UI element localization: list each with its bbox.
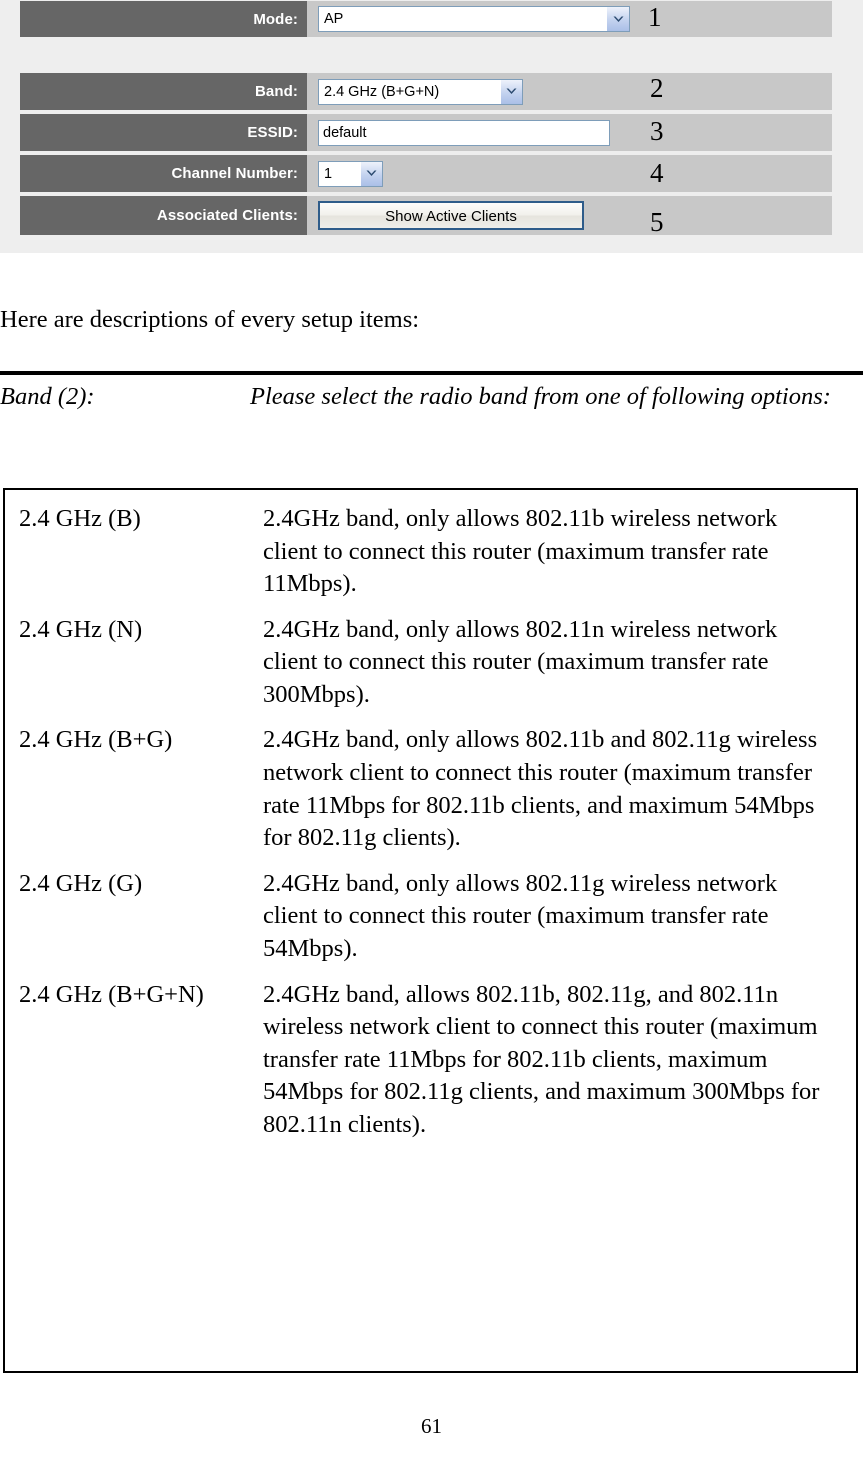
router-config-screenshot: Mode: AP Band: 2.4 GHz (B+G+N) ESSID: de…: [0, 0, 863, 253]
band-options-table: 2.4 GHz (B) 2.4GHz band, only allows 802…: [3, 488, 858, 1373]
table-row: 2.4 GHz (N) 2.4GHz band, only allows 802…: [5, 601, 856, 712]
chevron-down-icon[interactable]: [500, 79, 522, 104]
channel-number-field: 1: [307, 155, 832, 192]
mode-select-value: AP: [324, 11, 344, 27]
option-description: 2.4GHz band, only allows 802.11b wireles…: [263, 505, 778, 598]
show-active-clients-button[interactable]: Show Active Clients: [318, 201, 584, 230]
channel-number-select-value: 1: [324, 165, 333, 182]
band-select-value: 2.4 GHz (B+G+N): [324, 83, 440, 100]
option-name: 2.4 GHz (B+G+N): [19, 980, 204, 1008]
mode-label: Mode:: [20, 1, 307, 37]
callout-number-2: 2: [650, 73, 664, 103]
callout-number-3: 3: [650, 116, 664, 146]
option-description: 2.4GHz band, only allows 802.11n wireles…: [263, 615, 778, 708]
option-name: 2.4 GHz (G): [19, 869, 143, 897]
band-definition-description: Please select the radio band from one of…: [250, 383, 831, 410]
band-label: Band:: [20, 73, 307, 110]
mode-field: AP: [307, 1, 832, 37]
intro-paragraph: Here are descriptions of every setup ite…: [0, 306, 420, 333]
band-select[interactable]: 2.4 GHz (B+G+N): [318, 78, 523, 105]
associated-clients-field: Show Active Clients: [307, 196, 832, 235]
essid-field: [307, 114, 832, 151]
table-row: 2.4 GHz (B) 2.4GHz band, only allows 802…: [5, 490, 856, 601]
option-name: 2.4 GHz (N): [19, 615, 143, 643]
option-name: 2.4 GHz (B): [19, 505, 141, 532]
channel-number-label: Channel Number:: [20, 155, 307, 192]
band-field: 2.4 GHz (B+G+N): [307, 73, 832, 110]
essid-label: ESSID:: [20, 114, 307, 151]
callout-number-1: 1: [648, 2, 662, 32]
option-description: 2.4GHz band, only allows 802.11g wireles…: [263, 869, 778, 962]
section-divider: [0, 371, 863, 375]
config-row-mode: Mode: AP: [20, 1, 832, 37]
option-description: 2.4GHz band, only allows 802.11b and 802…: [263, 726, 818, 852]
table-row: 2.4 GHz (B+G) 2.4GHz band, only allows 8…: [5, 711, 856, 854]
option-name: 2.4 GHz (B+G): [19, 726, 173, 754]
page-number: 61: [421, 1414, 442, 1438]
config-row-channel-number: Channel Number: 1: [20, 155, 832, 192]
config-row-essid: ESSID:: [20, 114, 832, 151]
associated-clients-label: Associated Clients:: [20, 196, 307, 235]
table-row: 2.4 GHz (G) 2.4GHz band, only allows 802…: [5, 855, 856, 966]
channel-number-select[interactable]: 1: [318, 160, 383, 187]
callout-number-5: 5: [650, 207, 664, 237]
option-description: 2.4GHz band, allows 802.11b, 802.11g, an…: [263, 980, 820, 1138]
config-row-associated-clients: Associated Clients: Show Active Clients: [20, 196, 832, 235]
table-row: 2.4 GHz (B+G+N) 2.4GHz band, allows 802.…: [5, 966, 856, 1142]
config-row-band: Band: 2.4 GHz (B+G+N): [20, 73, 832, 110]
mode-select[interactable]: AP: [318, 6, 630, 32]
callout-number-4: 4: [650, 158, 664, 188]
band-definition-term: Band (2):: [0, 383, 95, 410]
band-definition: Band (2): Please select the radio band f…: [0, 381, 863, 413]
chevron-down-icon[interactable]: [606, 7, 629, 31]
essid-input[interactable]: [318, 119, 610, 146]
chevron-down-icon[interactable]: [360, 161, 382, 186]
